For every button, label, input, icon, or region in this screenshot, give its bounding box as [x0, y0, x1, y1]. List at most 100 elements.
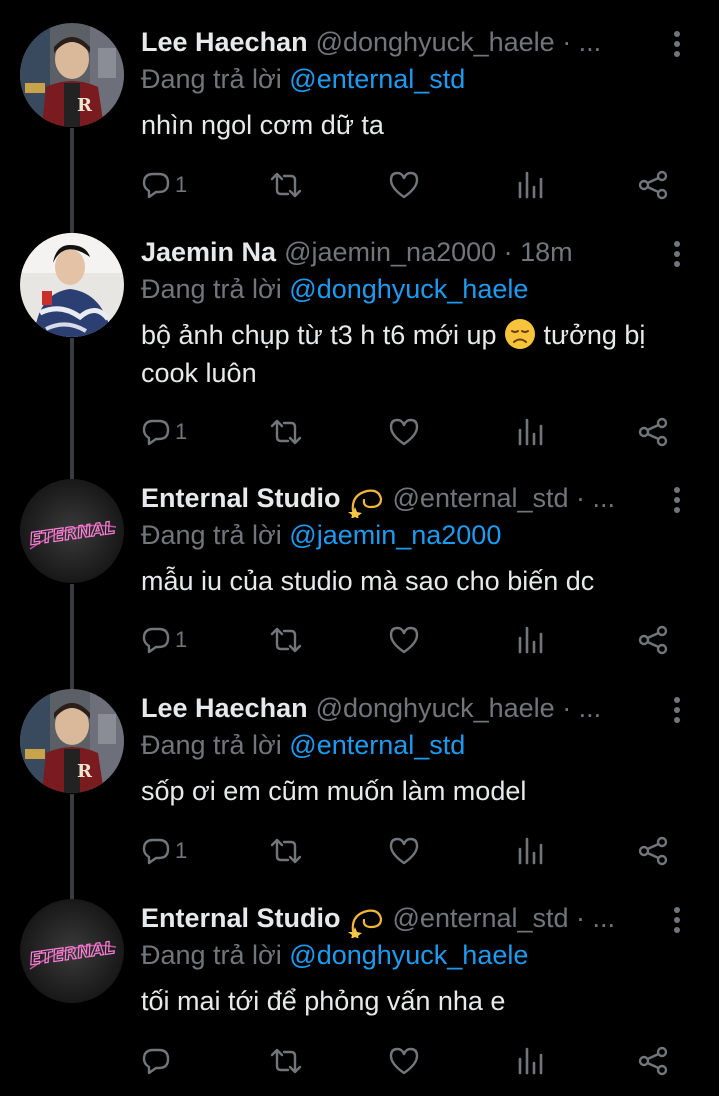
reply-count: 1 [175, 172, 188, 197]
heart-outline-icon [389, 837, 419, 865]
speech-bubble-icon [142, 838, 170, 865]
tweet-header: Enternal Studio @enternal_std · ... [141, 898, 661, 938]
vertical-dots-icon [674, 487, 680, 513]
share-nodes-icon [638, 625, 668, 655]
reply-button[interactable]: 1 [141, 412, 187, 452]
reply-button[interactable]: 1 [141, 620, 187, 660]
tweet-header: Lee Haechan @donghyuck_haele · ... [141, 688, 661, 728]
heart-outline-icon [389, 418, 419, 446]
more-options-button[interactable] [665, 30, 689, 60]
reply-button[interactable]: 1 [141, 165, 187, 205]
tweet-item[interactable]: R Lee Haechan @donghyuck_haele · ... Đang… [0, 0, 719, 210]
vertical-dots-icon [674, 697, 680, 723]
like-button[interactable] [388, 620, 420, 660]
views-button[interactable] [516, 831, 546, 871]
share-button[interactable] [637, 1041, 669, 1081]
share-button[interactable] [637, 412, 669, 452]
tweet-item[interactable]: Jaemin Na @jaemin_na2000 · 18m Đang trả l… [0, 210, 719, 470]
avatar-enternal[interactable]: ETERNAL [20, 479, 124, 583]
replying-to-label: Đang trả lời [141, 274, 282, 304]
display-name[interactable]: Enternal Studio [141, 903, 341, 933]
action-bar: 1 [141, 831, 681, 871]
tweet-item[interactable]: R Lee Haechan @donghyuck_haele · ... Đang… [0, 666, 719, 876]
mention-link[interactable]: @enternal_std [289, 64, 465, 94]
tweet-header: Jaemin Na @jaemin_na2000 · 18m [141, 232, 661, 272]
display-name[interactable]: Lee Haechan [141, 693, 308, 723]
reply-button[interactable]: 1 [141, 831, 187, 871]
avatar-jaemin[interactable] [20, 233, 124, 337]
heart-outline-icon [389, 1047, 419, 1075]
reply-count: 1 [175, 419, 188, 444]
replying-to: Đang trả lời @jaemin_na2000 [141, 516, 501, 554]
retweet-arrows-icon [270, 419, 302, 445]
retweet-arrows-icon [270, 838, 302, 864]
more-options-button[interactable] [665, 696, 689, 726]
avatar-haechan[interactable]: R [20, 689, 124, 793]
share-button[interactable] [637, 165, 669, 205]
user-handle[interactable]: @enternal_std [393, 903, 569, 933]
avatar-enternal[interactable]: ETERNAL [20, 899, 124, 1003]
tweet-text: tối mai tới để phỏng vấn nha e [141, 986, 506, 1016]
display-name[interactable]: Lee Haechan [141, 27, 308, 57]
views-button[interactable] [516, 620, 546, 660]
user-handle[interactable]: @jaemin_na2000 [284, 237, 496, 267]
bar-chart-icon [518, 418, 543, 446]
speech-bubble-icon [142, 1048, 170, 1075]
tweet-item[interactable]: ETERNAL Enternal Studio @enternal_std · .… [0, 456, 719, 666]
views-button[interactable] [516, 165, 546, 205]
reply-thread: R Lee Haechan @donghyuck_haele · ... Đang… [0, 0, 719, 1096]
share-nodes-icon [638, 836, 668, 866]
more-options-button[interactable] [665, 240, 689, 270]
retweet-button[interactable] [269, 412, 303, 452]
like-button[interactable] [388, 412, 420, 452]
display-name[interactable]: Jaemin Na [141, 237, 276, 267]
share-button[interactable] [637, 620, 669, 660]
action-bar: 1 [141, 620, 681, 660]
tweet-text: nhìn ngol cơm dữ ta [141, 110, 384, 140]
like-button[interactable] [388, 165, 420, 205]
bar-chart-icon [518, 171, 543, 199]
share-nodes-icon [638, 1046, 668, 1076]
retweet-button[interactable] [269, 831, 303, 871]
mention-link[interactable]: @donghyuck_haele [289, 940, 528, 970]
share-nodes-icon [638, 170, 668, 200]
action-bar [141, 1041, 681, 1081]
avatar-haechan[interactable]: R [20, 23, 124, 127]
tweet-text: bộ ảnh chụp từ t3 h t6 mới up tưởng bị c… [141, 316, 691, 392]
reply-button[interactable] [141, 1041, 175, 1081]
mention-link[interactable]: @enternal_std [289, 730, 465, 760]
like-button[interactable] [388, 831, 420, 871]
retweet-button[interactable] [269, 1041, 303, 1081]
display-name[interactable]: Enternal Studio [141, 483, 341, 513]
replying-to: Đang trả lời @donghyuck_haele [141, 936, 528, 974]
tweet-item[interactable]: ETERNAL Enternal Studio @enternal_std · .… [0, 876, 719, 1086]
more-options-button[interactable] [665, 486, 689, 516]
share-button[interactable] [637, 831, 669, 871]
dizzy-star-emoji [347, 909, 382, 938]
vertical-dots-icon [674, 31, 680, 57]
svg-text:R: R [77, 761, 93, 782]
tweet-text: mẫu iu của studio mà sao cho biến dc [141, 566, 595, 596]
retweet-button[interactable] [269, 620, 303, 660]
user-handle[interactable]: @enternal_std [393, 483, 569, 513]
mention-link[interactable]: @donghyuck_haele [289, 274, 528, 304]
tweet-meta: · ... [576, 483, 616, 513]
user-handle[interactable]: @donghyuck_haele [316, 27, 555, 57]
more-options-button[interactable] [665, 906, 689, 936]
heart-outline-icon [389, 626, 419, 654]
tweet-meta: · ... [562, 27, 602, 57]
mention-link[interactable]: @jaemin_na2000 [289, 520, 501, 550]
retweet-button[interactable] [269, 165, 303, 205]
like-button[interactable] [388, 1041, 420, 1081]
tweet-header: Enternal Studio @enternal_std · ... [141, 478, 661, 518]
tweet-meta: · ... [562, 693, 602, 723]
user-handle[interactable]: @donghyuck_haele [316, 693, 555, 723]
views-button[interactable] [516, 412, 546, 452]
speech-bubble-icon [142, 172, 170, 199]
heart-outline-icon [389, 171, 419, 199]
vertical-dots-icon [674, 907, 680, 933]
share-nodes-icon [638, 417, 668, 447]
views-button[interactable] [516, 1041, 546, 1081]
action-bar: 1 [141, 412, 681, 452]
replying-to-label: Đang trả lời [141, 64, 282, 94]
